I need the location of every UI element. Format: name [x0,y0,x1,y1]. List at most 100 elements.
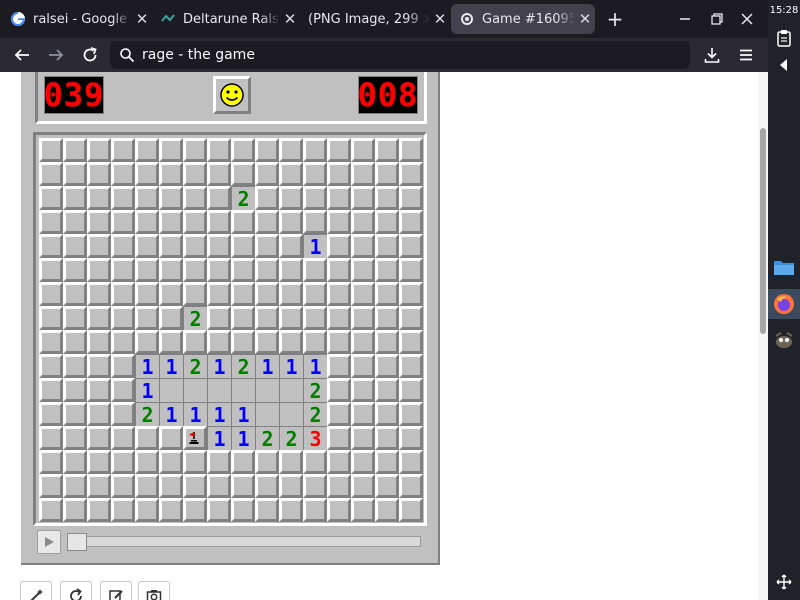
hidden-cell[interactable] [399,306,423,330]
hidden-cell[interactable] [135,162,159,186]
hidden-cell[interactable] [39,306,63,330]
hidden-cell[interactable] [303,210,327,234]
open-cell[interactable] [183,378,207,402]
hidden-cell[interactable] [87,330,111,354]
hidden-cell[interactable] [375,402,399,426]
hidden-cell[interactable] [327,498,351,522]
hidden-cell[interactable] [207,498,231,522]
hidden-cell[interactable] [207,186,231,210]
hidden-cell[interactable] [327,402,351,426]
hidden-cell[interactable] [135,210,159,234]
tab-close-icon[interactable]: ✕ [132,10,152,28]
hidden-cell[interactable] [327,330,351,354]
hidden-cell[interactable] [231,234,255,258]
hidden-cell[interactable] [255,186,279,210]
number-cell[interactable]: 1 [231,402,255,427]
hidden-cell[interactable] [375,162,399,186]
hidden-cell[interactable] [87,474,111,498]
hidden-cell[interactable] [159,306,183,330]
hidden-cell[interactable] [399,378,423,402]
back-icon[interactable] [10,43,34,67]
hidden-cell[interactable] [87,282,111,306]
hidden-cell[interactable] [279,162,303,186]
hidden-cell[interactable] [231,258,255,282]
hidden-cell[interactable] [39,210,63,234]
hidden-cell[interactable] [255,330,279,354]
hidden-cell[interactable] [207,282,231,306]
hidden-cell[interactable] [255,282,279,306]
hidden-cell[interactable] [135,258,159,282]
tab-close-icon[interactable]: ✕ [280,10,300,28]
hidden-cell[interactable] [207,162,231,186]
hidden-cell[interactable] [39,354,63,378]
hidden-cell[interactable] [111,402,135,426]
hidden-cell[interactable] [63,306,87,330]
hidden-cell[interactable] [327,162,351,186]
hidden-cell[interactable] [327,186,351,210]
hidden-cell[interactable] [63,162,87,186]
edit-icon[interactable] [100,581,132,600]
hidden-cell[interactable] [375,474,399,498]
number-cell[interactable]: 1 [159,354,183,379]
hidden-cell[interactable] [255,234,279,258]
hidden-cell[interactable] [207,330,231,354]
number-cell[interactable]: 1 [183,402,207,427]
hidden-cell[interactable] [255,474,279,498]
hidden-cell[interactable] [399,210,423,234]
hidden-cell[interactable] [279,498,303,522]
hidden-cell[interactable] [375,258,399,282]
hidden-cell[interactable] [63,282,87,306]
hidden-cell[interactable] [351,258,375,282]
restore-icon[interactable] [706,8,728,30]
hidden-cell[interactable] [303,258,327,282]
number-cell[interactable]: 1 [207,354,231,379]
hidden-cell[interactable] [255,210,279,234]
hidden-cell[interactable] [351,234,375,258]
hidden-cell[interactable] [39,498,63,522]
hidden-cell[interactable] [159,330,183,354]
hidden-cell[interactable] [135,330,159,354]
number-cell[interactable]: 2 [279,426,303,451]
hidden-cell[interactable] [279,474,303,498]
new-tab-button[interactable]: + [604,8,626,30]
firefox-icon[interactable] [768,289,800,319]
tab-close-icon[interactable]: ✕ [430,10,450,28]
hidden-cell[interactable] [351,378,375,402]
hidden-cell[interactable] [351,282,375,306]
hidden-cell[interactable] [135,450,159,474]
page-scrollbar-thumb[interactable] [760,128,766,334]
hidden-cell[interactable] [399,186,423,210]
open-cell[interactable] [207,378,231,402]
hidden-cell[interactable] [135,498,159,522]
hidden-cell[interactable] [183,138,207,162]
hidden-cell[interactable] [399,282,423,306]
open-cell[interactable] [231,378,255,402]
hidden-cell[interactable] [375,234,399,258]
number-cell[interactable]: 3 [303,426,327,451]
hidden-cell[interactable] [135,186,159,210]
redo-icon[interactable] [60,581,92,600]
hidden-cell[interactable] [63,402,87,426]
hidden-cell[interactable] [399,138,423,162]
open-cell[interactable] [255,378,279,402]
hidden-cell[interactable] [63,378,87,402]
hidden-cell[interactable] [207,210,231,234]
hidden-cell[interactable] [207,234,231,258]
number-cell[interactable]: 2 [231,354,255,379]
hidden-cell[interactable] [327,450,351,474]
hidden-cell[interactable] [63,210,87,234]
hidden-cell[interactable] [375,378,399,402]
hidden-cell[interactable] [375,330,399,354]
hidden-cell[interactable] [135,234,159,258]
hidden-cell[interactable] [399,426,423,450]
hidden-cell[interactable] [183,330,207,354]
hidden-cell[interactable] [111,234,135,258]
hidden-cell[interactable] [255,162,279,186]
hidden-cell[interactable] [111,498,135,522]
hidden-cell[interactable] [39,186,63,210]
close-window-icon[interactable] [736,8,758,30]
hidden-cell[interactable] [255,498,279,522]
hidden-cell[interactable] [111,210,135,234]
drag-handle-icon[interactable] [772,570,796,594]
hidden-cell[interactable] [303,450,327,474]
